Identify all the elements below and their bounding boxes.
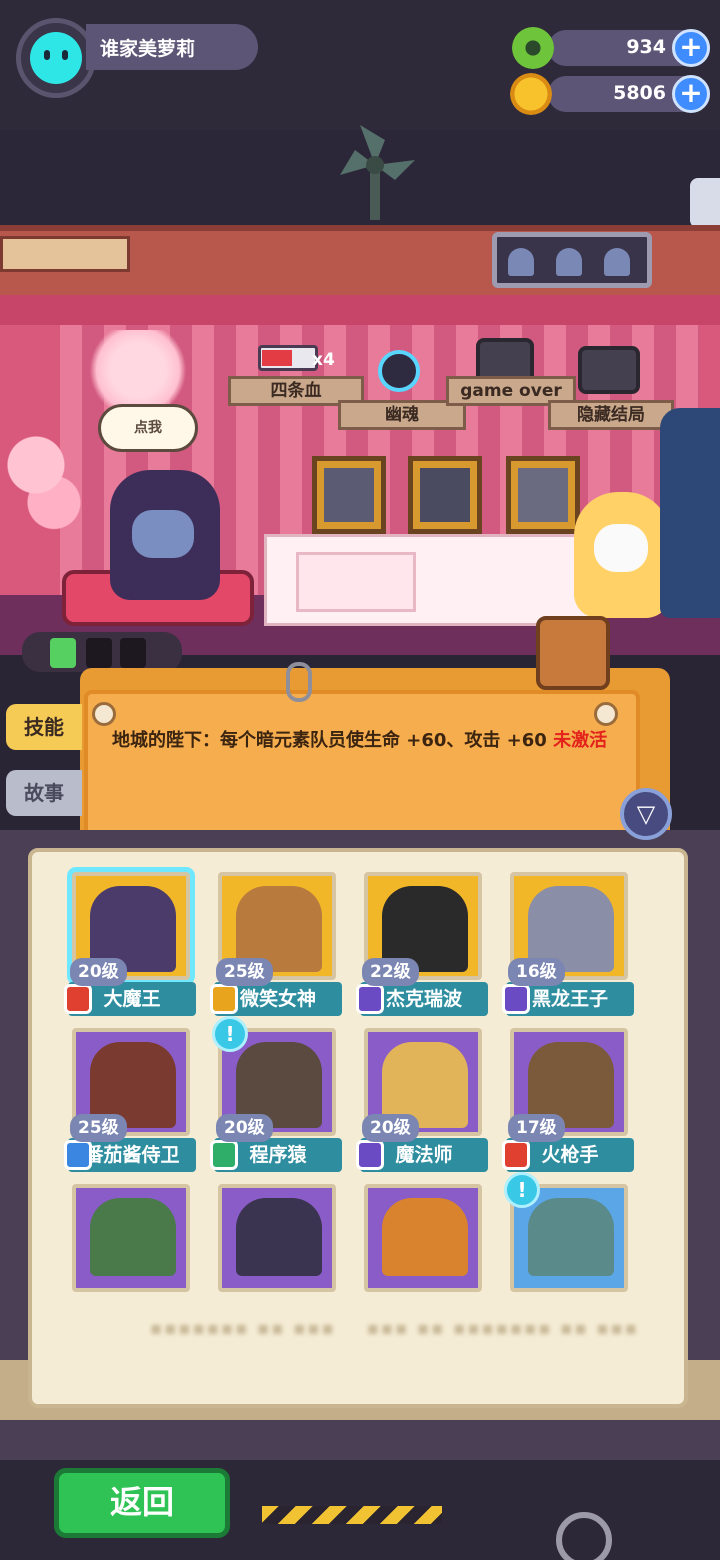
screw-icon [594, 702, 618, 726]
screw-icon [92, 702, 116, 726]
skull-face [594, 524, 648, 572]
hero-level: 20级 [70, 958, 127, 986]
element-badge-icon [502, 1140, 530, 1170]
ghost-icon [604, 248, 630, 276]
hero-portrait [90, 1198, 176, 1276]
add-coins-button[interactable]: + [672, 75, 710, 113]
element-badge-icon [502, 984, 530, 1014]
element-badge-icon [64, 984, 92, 1014]
demon-king-face [132, 510, 194, 558]
portrait-image [324, 468, 374, 522]
cyan-cat-icon [30, 32, 82, 84]
hero-level: 20级 [216, 1114, 273, 1142]
skull-ghost-icon [378, 350, 420, 392]
hp-bar-fill [262, 350, 292, 366]
hazard-stripes [262, 1506, 442, 1524]
speech-bubble[interactable]: 点我 [98, 404, 198, 452]
cabinet-drawer [296, 552, 416, 612]
pompom-decoration [82, 330, 194, 410]
tv-image-icon [578, 346, 640, 394]
paperclip-icon [286, 662, 312, 702]
blurred-hint-text: ▪▪▪▪▪▪▪ ▪▪ ▪▪▪ ▪▪▪ ▪▪ ▪▪▪▪▪▪▪ ▪▪ ▪▪▪ [150, 1318, 639, 1339]
portrait-image [518, 468, 568, 522]
back-button[interactable]: 返回 [54, 1468, 230, 1538]
hero-portrait [236, 1198, 322, 1276]
gems-value: 934 [626, 36, 666, 58]
exclamation-icon: ! [212, 1016, 248, 1052]
hero-level: 16级 [508, 958, 565, 986]
hero-level: 17级 [508, 1114, 565, 1142]
battery-charged-icon [50, 638, 76, 668]
gear-icon [556, 1512, 612, 1560]
exclamation-icon: ! [504, 1172, 540, 1208]
tab-skill[interactable]: 技能 [6, 704, 82, 750]
hero-level: 25级 [70, 1114, 127, 1142]
filter-icon: ▽ [636, 800, 656, 828]
element-badge-icon [356, 1140, 384, 1170]
portrait-image [420, 468, 470, 522]
gold-planet-icon [510, 73, 552, 115]
vent-panel [0, 236, 130, 272]
tab-story[interactable]: 故事 [6, 770, 82, 816]
skill-text: 地城的陛下：每个暗元素队员使生命 +60、攻击 +60 [112, 730, 547, 751]
add-gems-button[interactable]: + [672, 29, 710, 67]
achievement-tag-hidden-ending[interactable]: 隐藏结局 [548, 400, 674, 430]
filter-button[interactable]: ▽ [620, 788, 672, 840]
flower-vase-decoration [0, 420, 90, 570]
coins-value: 5806 [613, 82, 666, 104]
skill-status: 未激活 [553, 730, 608, 751]
plus-icon: + [679, 30, 703, 63]
element-badge-icon [64, 1140, 92, 1170]
ghost-icon [508, 248, 534, 276]
chat-button[interactable] [536, 616, 610, 690]
element-badge-icon [356, 984, 384, 1014]
hero-portrait [382, 1198, 468, 1276]
skill-description: 地城的陛下：每个暗元素队员使生命 +60、攻击 +60 未激活 [112, 726, 612, 756]
plus-icon: + [679, 76, 703, 109]
green-donut-icon [512, 27, 554, 69]
element-badge-icon [210, 984, 238, 1014]
fan-icon [340, 125, 415, 220]
ghost-icon [556, 248, 582, 276]
hero-level: 20级 [362, 1114, 419, 1142]
hp-multiplier: x4 [312, 350, 335, 370]
clip-icon [690, 178, 720, 228]
hero-level: 25级 [216, 958, 273, 986]
battery-empty-icon [120, 638, 146, 668]
curtain-valance [0, 295, 720, 325]
hero-portrait [528, 1198, 614, 1276]
hero-level: 22级 [362, 958, 419, 986]
battery-empty-icon [86, 638, 112, 668]
element-badge-icon [210, 1140, 238, 1170]
player-name: 谁家美萝莉 [100, 38, 196, 60]
sailor-outfit-mannequin [660, 408, 720, 618]
